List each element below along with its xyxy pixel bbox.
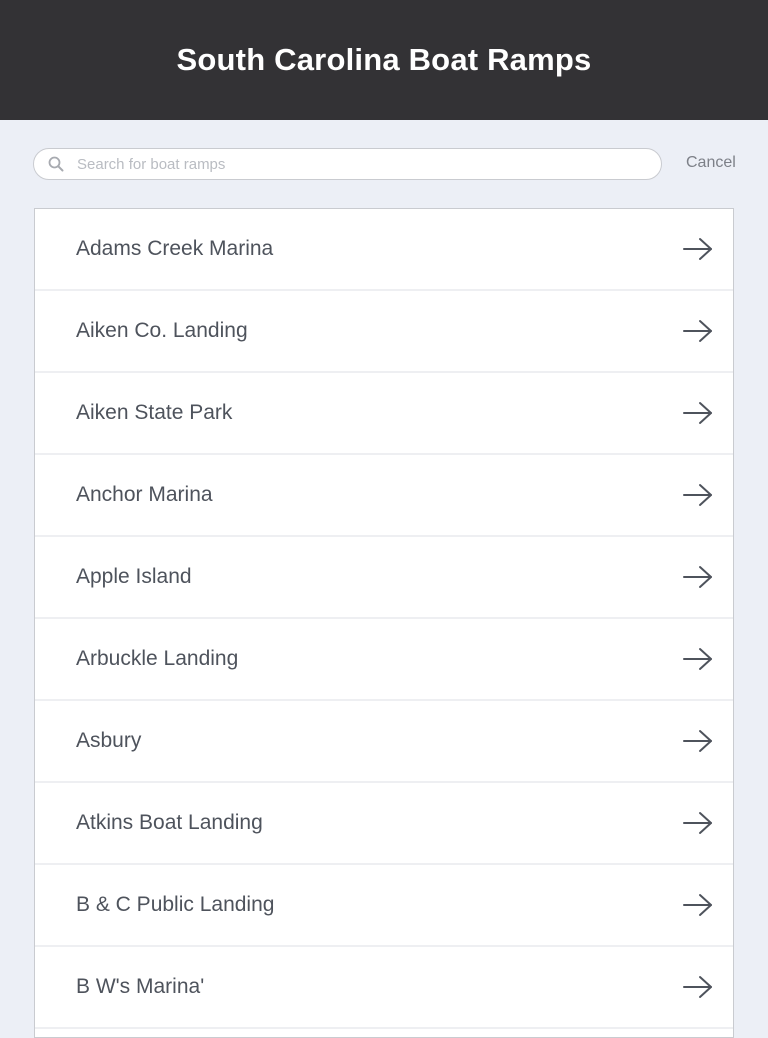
list-item[interactable]: Atkins Boat Landing <box>35 783 733 865</box>
list-item[interactable]: Aiken State Park <box>35 373 733 455</box>
list-item[interactable]: Arbuckle Landing <box>35 619 733 701</box>
list-item-label: Asbury <box>76 729 142 752</box>
arrow-right-icon <box>683 237 713 261</box>
list-item-label: Adams Creek Marina <box>76 237 274 260</box>
arrow-right-icon <box>683 729 713 753</box>
arrow-right-icon <box>683 319 713 343</box>
arrow-right-icon <box>683 483 713 507</box>
arrow-right-icon <box>683 647 713 671</box>
boat-ramp-list: Adams Creek Marina Aiken Co. Landing Aiken… <box>34 208 734 1038</box>
search-icon <box>47 155 65 173</box>
arrow-right-icon <box>683 401 713 425</box>
search-input[interactable] <box>77 155 617 173</box>
arrow-right-icon <box>683 565 713 589</box>
app-header: South Carolina Boat Ramps <box>0 0 768 120</box>
list-item-label: B & C Public Landing <box>76 893 275 916</box>
list-item[interactable]: Asbury <box>35 701 733 783</box>
cancel-button[interactable]: Cancel <box>686 154 736 172</box>
list-item[interactable]: Adams Creek Marina <box>35 209 733 291</box>
search-bar[interactable] <box>33 148 662 180</box>
list-item-label: Atkins Boat Landing <box>76 811 263 834</box>
page-title: South Carolina Boat Ramps <box>176 42 592 77</box>
arrow-right-icon <box>683 975 713 999</box>
list-item-label: B W's Marina' <box>76 975 205 998</box>
list-item-label: Aiken State Park <box>76 401 233 424</box>
list-item-label: Anchor Marina <box>76 483 213 506</box>
list-item[interactable]: Aiken Co. Landing <box>35 291 733 373</box>
list-item[interactable]: Apple Island <box>35 537 733 619</box>
list-item-label: Apple Island <box>76 565 192 588</box>
arrow-right-icon <box>683 811 713 835</box>
list-item[interactable]: Anchor Marina <box>35 455 733 537</box>
list-item-label: Arbuckle Landing <box>76 647 239 670</box>
list-item-label: Aiken Co. Landing <box>76 319 248 342</box>
arrow-right-icon <box>683 893 713 917</box>
list-item[interactable]: B & C Public Landing <box>35 865 733 947</box>
list-item[interactable]: B W's Marina' <box>35 947 733 1029</box>
